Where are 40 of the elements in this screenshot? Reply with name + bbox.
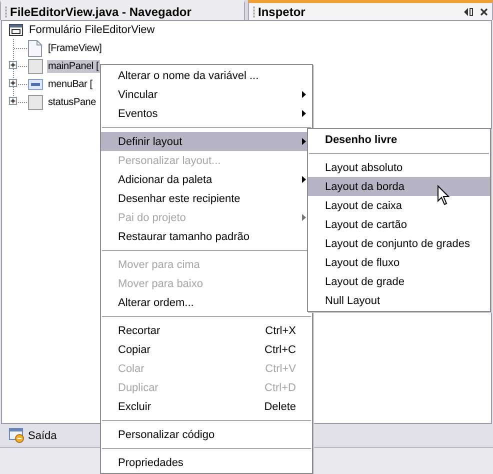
- menu-item[interactable]: Layout de caixa: [308, 196, 490, 215]
- panel-icon: [28, 94, 42, 110]
- menu-item[interactable]: Layout de cartão: [308, 215, 490, 234]
- tab[interactable]: FileEditorView.java - Navegador: [0, 0, 245, 20]
- menu-item[interactable]: Eventos: [101, 104, 312, 123]
- menu-item[interactable]: Alterar o nome da variável ...: [101, 66, 312, 85]
- minimize-icon[interactable]: [464, 8, 473, 16]
- tab[interactable]: Inspetor: [248, 0, 493, 20]
- tree-item[interactable]: mainPanel [: [47, 60, 100, 72]
- menu-item[interactable]: Layout absoluto: [308, 158, 490, 177]
- expand-icon[interactable]: [9, 97, 17, 105]
- panel-icon: [28, 58, 42, 74]
- shortcut-label: Delete: [264, 400, 296, 412]
- menu-item[interactable]: Layout da borda: [308, 177, 490, 196]
- tree-item[interactable]: [FrameView]: [47, 42, 103, 54]
- menu-item[interactable]: Personalizar código: [101, 425, 312, 444]
- tree-item[interactable]: menuBar [: [47, 78, 94, 90]
- output-window-icon: [9, 428, 25, 443]
- menu-item[interactable]: Excluir Delete: [101, 397, 312, 416]
- menu-bar-icon: [28, 78, 42, 90]
- mouse-cursor-icon: [437, 185, 450, 206]
- menu-item[interactable]: Copiar Ctrl+C: [101, 340, 312, 359]
- expand-icon[interactable]: [9, 79, 17, 87]
- form-icon: [9, 24, 23, 36]
- shortcut-label: Ctrl+D: [264, 382, 296, 394]
- shortcut-label: Ctrl+V: [265, 362, 296, 374]
- menu-item[interactable]: Layout de grade: [308, 272, 490, 291]
- shortcut-label: Ctrl+C: [264, 344, 296, 356]
- menu-item[interactable]: Layout de conjunto de grades: [308, 234, 490, 253]
- close-icon[interactable]: [480, 8, 488, 16]
- menu-item[interactable]: Vincular: [101, 85, 312, 104]
- shortcut-label: Ctrl+X: [265, 324, 296, 336]
- tree-item[interactable]: statusPane: [47, 96, 98, 108]
- tree-item[interactable]: Formulário FileEditorView: [28, 23, 156, 37]
- expand-icon[interactable]: [9, 61, 17, 69]
- menu-item[interactable]: Null Layout: [308, 291, 490, 310]
- document-icon: [28, 40, 42, 56]
- menu-item[interactable]: Recortar Ctrl+X: [101, 321, 312, 340]
- menu-item[interactable]: Layout de fluxo: [308, 253, 490, 272]
- output-button[interactable]: Saída: [7, 427, 59, 444]
